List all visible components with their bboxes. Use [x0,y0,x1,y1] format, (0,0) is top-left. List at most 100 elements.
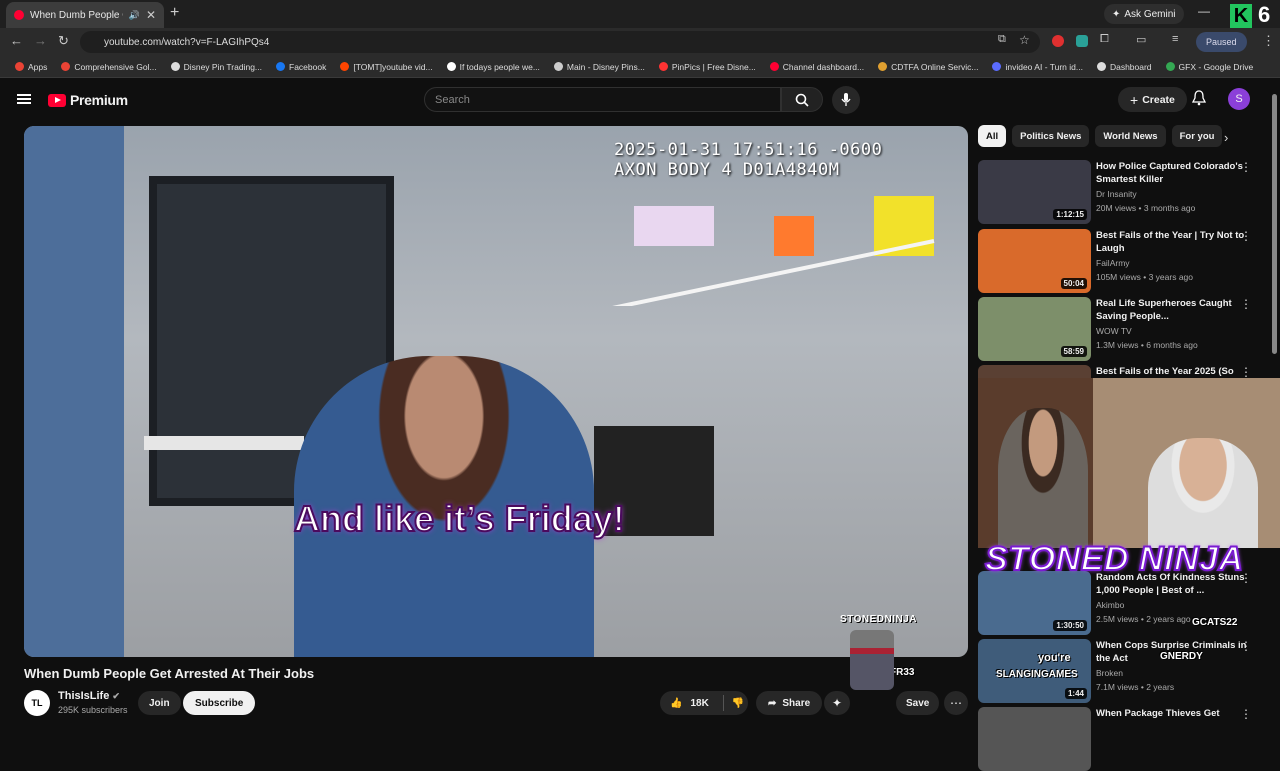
video-thumbnail[interactable]: 58:59 [978,297,1091,361]
video-thumbnail[interactable]: 1:12:15 [978,160,1091,224]
bookmark-item[interactable]: invideo AI - Turn id... [985,62,1089,72]
verified-icon: ✔ [112,691,120,701]
ask-ai-button[interactable]: ✦ [824,691,850,715]
bookmark-item[interactable]: Channel dashboard... [763,62,871,72]
speaker-icon[interactable]: 🔊 [129,10,140,21]
filter-chip[interactable]: For you [1171,125,1223,147]
recommendation-title[interactable]: When Package Thieves Get [1096,707,1248,720]
forward-icon[interactable]: → [34,33,47,48]
bookmarks-bar: Apps Comprehensive Gol... Disney Pin Tradi… [0,56,1280,78]
recommendation-channel[interactable]: Broken [1096,668,1123,678]
more-options-icon[interactable]: ⋮ [1240,365,1252,379]
close-tab-icon[interactable]: ✕ [146,8,156,22]
search-input[interactable]: Search [424,87,781,112]
bookmark-label: Channel dashboard... [782,61,865,72]
like-count: 18K [690,697,709,709]
recommendation-item[interactable]: 58:59 Real Life Superheroes Caught Saving… [978,297,1270,361]
recommendation-title[interactable]: How Police Captured Colorado's Smartest … [1096,160,1248,186]
url-field[interactable]: youtube.com/watch?v=F-LAGIhPQs4 [80,31,1040,53]
channel-name[interactable]: ThisIsLife ✔ [58,690,120,702]
pixel-sprite-overlay [850,630,894,690]
notifications-button[interactable] [1191,90,1207,111]
thumbs-down-icon[interactable]: 👎 [732,698,744,709]
save-button[interactable]: Save [896,691,940,715]
join-button[interactable]: Join [138,691,181,715]
recommendation-channel[interactable]: Akimbo [1096,600,1124,610]
more-options-icon[interactable]: ⋮ [1240,707,1252,721]
video-thumbnail[interactable]: 1:30:50 [978,571,1091,635]
bookmark-item[interactable]: Disney Pin Trading... [164,62,269,72]
account-avatar[interactable]: S [1228,88,1250,110]
recommendation-title[interactable]: Best Fails of the Year | Try Not to Laug… [1096,229,1248,255]
filter-chip[interactable]: Politics News [1012,125,1090,147]
video-player[interactable]: 2025-01-31 17:51:16 -0600 AXON BODY 4 D0… [24,126,968,657]
ask-gemini-button[interactable]: ✦ Ask Gemini [1104,4,1184,24]
recommendation-channel[interactable]: FailArmy [1096,258,1130,268]
recommendation-channel[interactable]: Dr Insanity [1096,189,1137,199]
extension-icon[interactable] [1052,35,1064,47]
browser-menu-icon[interactable]: ⋮ [1262,33,1275,49]
bookmark-item[interactable]: PinPics | Free Disne... [652,62,763,72]
recommendation-item[interactable]: 50:04 Best Fails of the Year | Try Not to… [978,229,1270,293]
bookmark-item[interactable]: Dashboard [1090,62,1159,72]
browser-tab-bar: When Dumb People Get Ar 🔊 ✕ + ✦ Ask Gemi… [0,0,1280,28]
filter-chip[interactable]: All [978,125,1007,147]
create-button[interactable]: + Create [1118,87,1187,112]
extensions-puzzle-icon[interactable]: ⧠ [1100,33,1109,46]
install-icon[interactable]: ⧉ [998,33,1006,46]
more-options-icon[interactable]: ⋮ [1240,229,1252,243]
youtube-premium-logo[interactable]: Premium [48,92,128,108]
share-button[interactable]: ➦ Share [756,691,823,715]
bookmark-label: GFX - Google Drive [1178,61,1254,72]
bookmark-favicon-icon [340,62,350,71]
stream-overlay-title: STONED NINJA [984,539,1244,579]
reload-icon[interactable]: ↻ [58,33,69,49]
filter-chip[interactable]: World News [1095,125,1166,147]
stream-overlay-tag: GCATS22 [1192,617,1238,628]
search-button[interactable] [781,87,823,112]
media-icon[interactable]: ≡ [1172,33,1178,45]
bookmark-item[interactable]: Apps [8,62,54,72]
bookmark-star-icon[interactable]: ☆ [1019,33,1030,47]
minimize-icon[interactable]: — [1198,4,1210,18]
recommendation-channel[interactable]: WOW TV [1096,326,1132,336]
recommendation-item[interactable]: 1:12:15 How Police Captured Colorado's Sm… [978,160,1270,224]
more-options-icon[interactable]: ⋮ [1240,297,1252,311]
page-scrollbar[interactable] [1272,94,1277,354]
bookmark-favicon-icon [992,62,1002,71]
bookmark-item[interactable]: Main - Disney Pins... [547,62,652,72]
sidepanel-icon[interactable]: ▭ [1136,33,1146,46]
thumbs-up-icon[interactable]: 👍 [670,698,682,709]
recommendation-title[interactable]: Real Life Superheroes Caught Saving Peop… [1096,297,1248,323]
video-thumbnail[interactable] [978,707,1091,771]
browser-tab[interactable]: When Dumb People Get Ar 🔊 ✕ [6,2,164,28]
bookmark-item[interactable]: CDTFA Online Servic... [871,62,985,72]
bookmark-favicon-icon [15,62,24,71]
bookmark-item[interactable]: If todays people we... [440,62,547,72]
more-actions-icon[interactable]: ⋯ [944,691,968,715]
channel-avatar[interactable]: TL [24,690,50,716]
chevron-right-icon[interactable]: › [1224,130,1228,145]
bookmark-label: Apps [28,61,48,72]
more-options-icon[interactable]: ⋮ [1240,160,1252,174]
bookmark-favicon-icon [276,62,286,71]
extension-icon[interactable] [1076,35,1088,47]
voice-search-button[interactable] [832,86,860,114]
back-icon[interactable]: ← [10,33,23,48]
subscribe-button[interactable]: Subscribe [183,691,256,715]
new-tab-icon[interactable]: + [170,4,179,22]
bookmark-item[interactable]: [TOMT]youtube vid... [333,62,439,72]
video-duration: 1:12:15 [1053,209,1087,220]
youtube-favicon-icon [14,10,24,20]
profile-paused-button[interactable]: Paused [1196,32,1247,52]
recommendation-item[interactable]: When Package Thieves Get ⋮ [978,707,1270,771]
hamburger-menu-icon[interactable] [17,94,31,104]
like-dislike-button[interactable]: 👍 18K 👎 [660,691,748,715]
recommendation-title[interactable]: Best Fails of the Year 2025 (So [1096,365,1248,378]
bookmark-item[interactable]: Comprehensive Gol... [54,62,163,72]
paused-label: Paused [1206,37,1237,47]
bookmark-item[interactable]: Facebook [269,62,333,72]
bookmark-item[interactable]: GFX - Google Drive [1159,62,1261,72]
more-options-icon[interactable]: ⋮ [1240,639,1252,653]
video-thumbnail[interactable]: 50:04 [978,229,1091,293]
